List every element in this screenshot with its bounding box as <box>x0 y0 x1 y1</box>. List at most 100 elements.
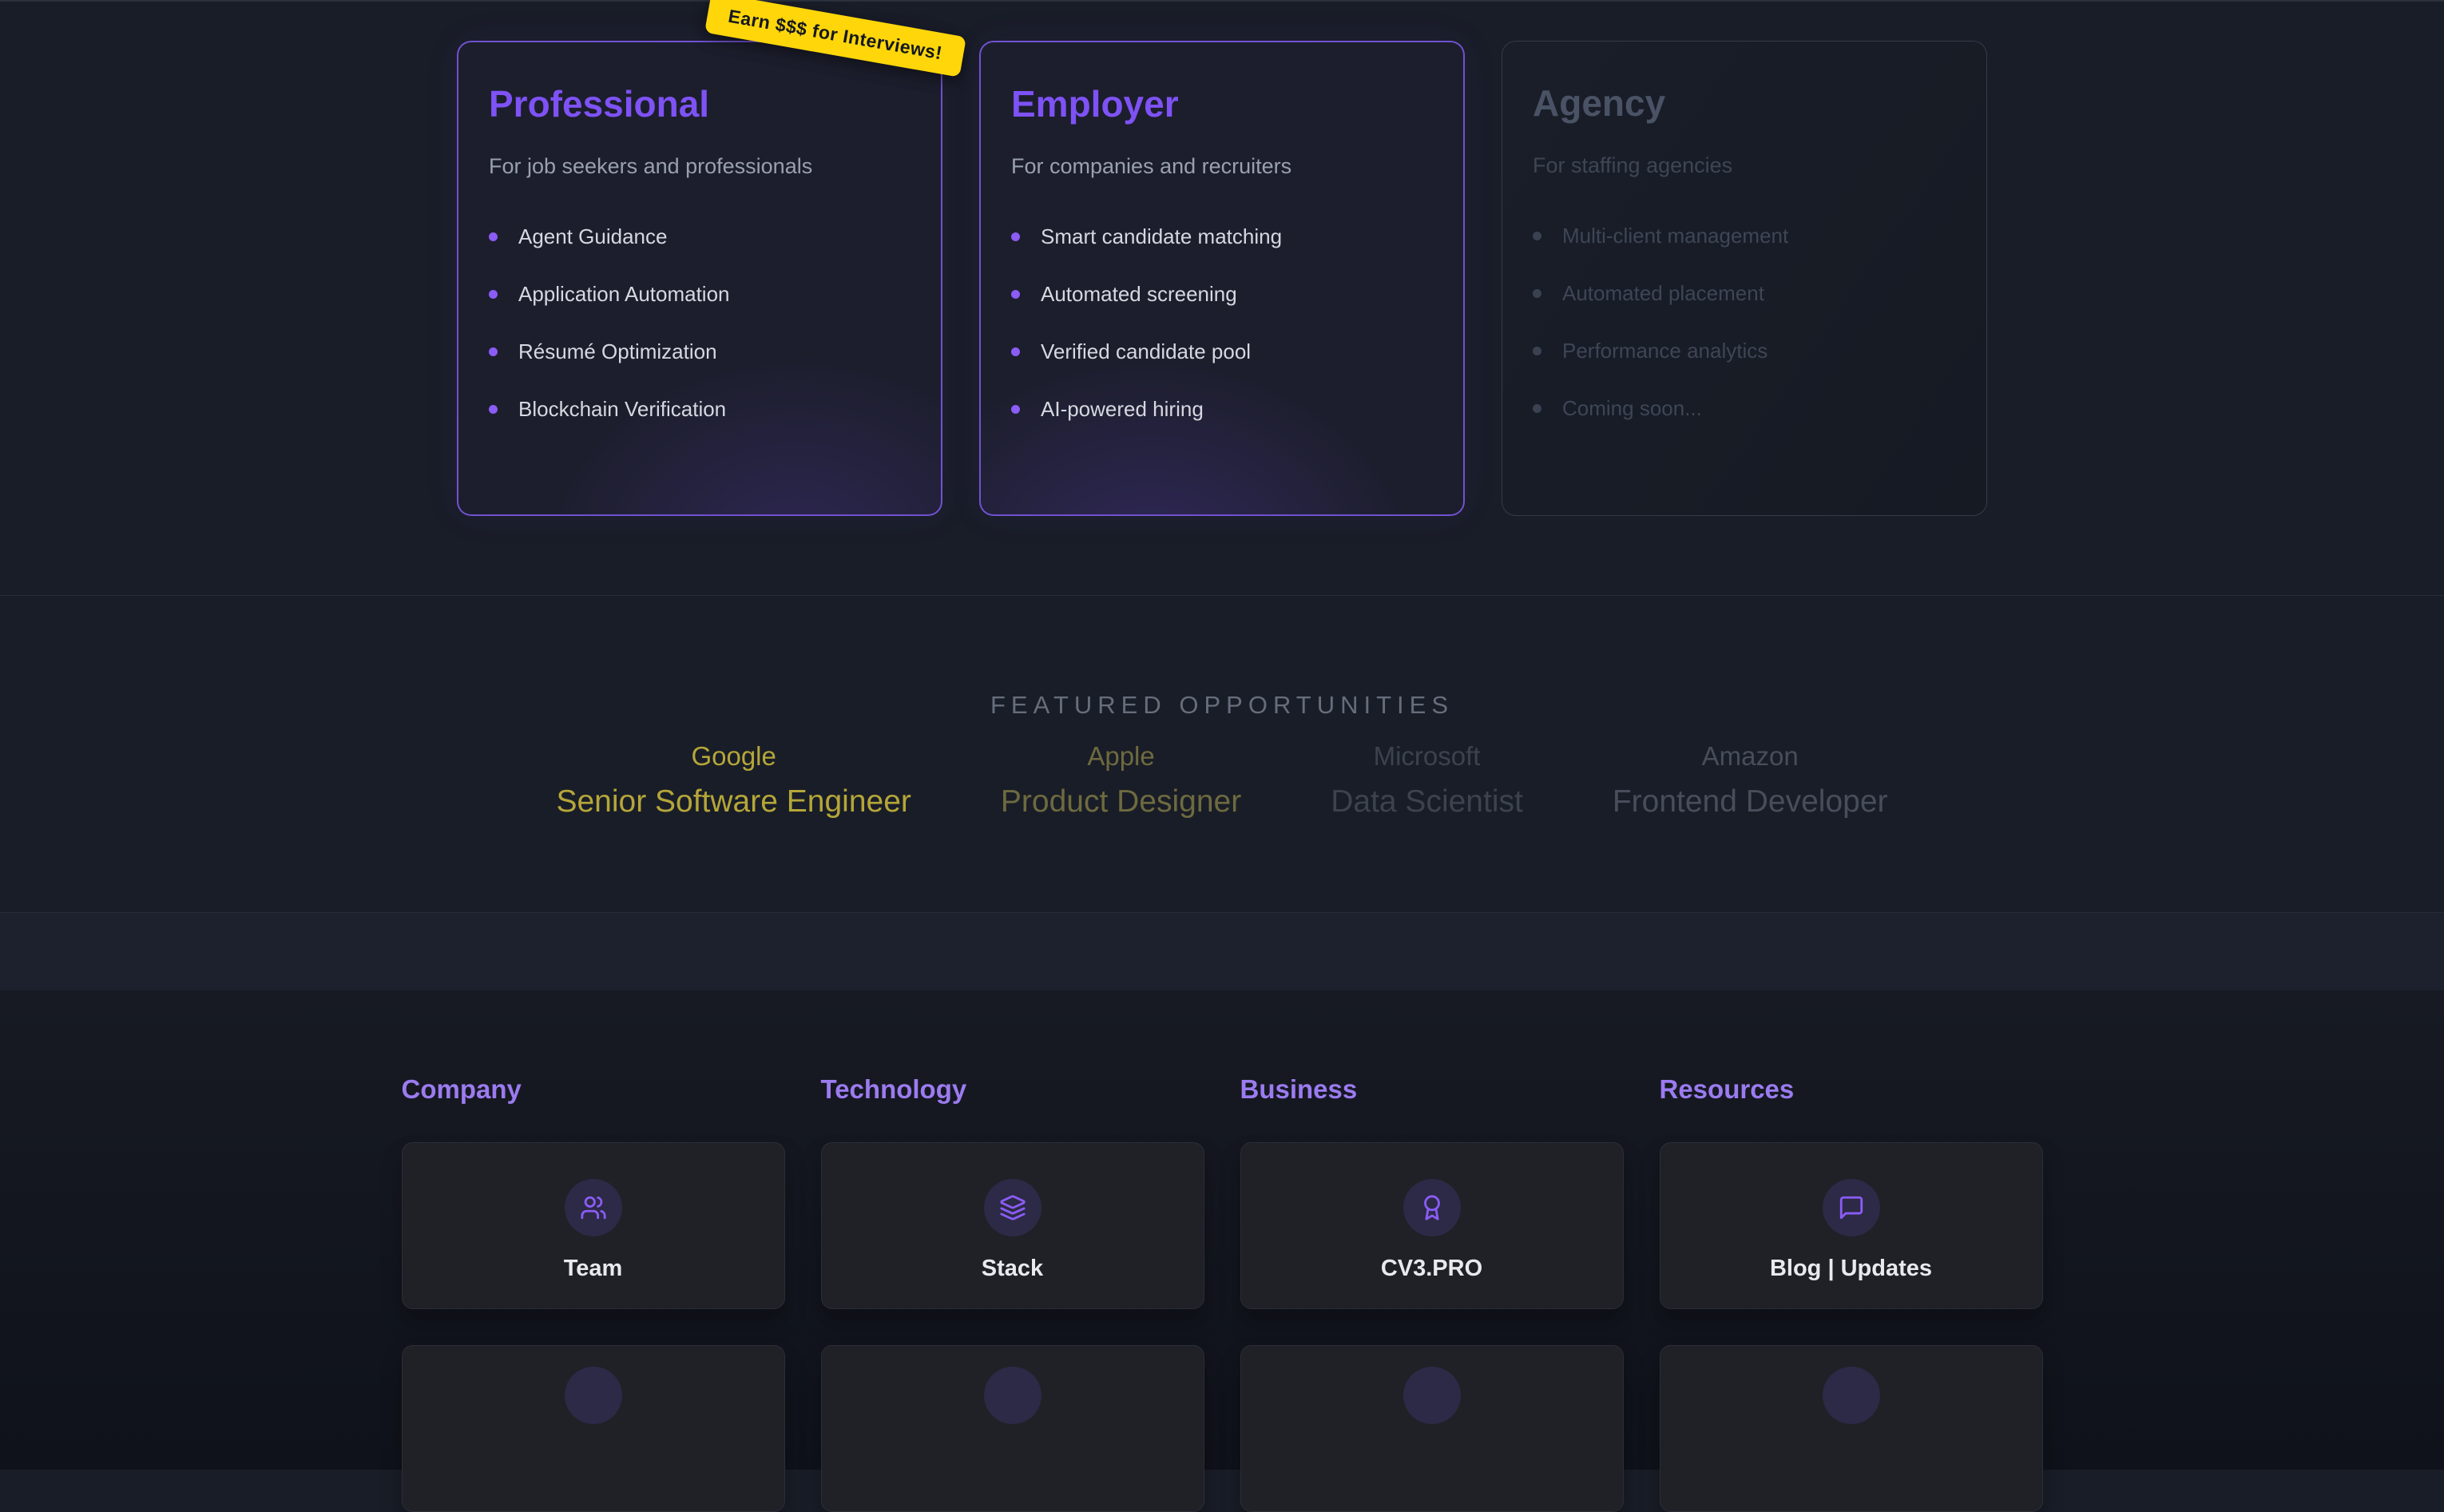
award-icon <box>1418 1194 1446 1221</box>
plan-feature: Application Automation <box>489 281 911 307</box>
opportunity-item[interactable]: Microsoft Data Scientist <box>1331 740 1523 820</box>
featured-title: FEATURED OPPORTUNITIES <box>0 691 2444 720</box>
plan-feature: Performance analytics <box>1533 338 1956 363</box>
footer-link-card-team[interactable]: Team <box>402 1142 785 1309</box>
bullet-dot-icon <box>489 347 498 356</box>
plan-feature-label: Application Automation <box>518 281 730 307</box>
opportunity-item[interactable]: Google Senior Software Engineer <box>556 740 911 820</box>
footer-column-company: Company Team <box>402 1074 785 1309</box>
footer-link-card-cv3pro[interactable]: CV3.PRO <box>1240 1142 1624 1309</box>
footer-columns: Company Team Technology <box>402 1074 2043 1309</box>
footer-card-label: Stack <box>982 1256 1043 1282</box>
plan-feature: Automated placement <box>1533 280 1956 306</box>
plan-feature: AI-powered hiring <box>1011 396 1433 422</box>
icon-circle <box>565 1367 622 1424</box>
icon-circle <box>984 1179 1041 1236</box>
opportunities-carousel: Google Senior Software Engineer Apple Pr… <box>0 740 2444 820</box>
opportunity-role: Senior Software Engineer <box>556 784 911 820</box>
footer-link-card[interactable] <box>1240 1345 1624 1512</box>
icon-circle <box>1403 1367 1461 1424</box>
plan-feature-label: Multi-client management <box>1562 223 1788 248</box>
plan-cards-row: Professional For job seekers and profess… <box>0 41 2444 516</box>
plan-feature: Smart candidate matching <box>1011 224 1433 249</box>
icon-circle <box>1823 1179 1880 1236</box>
plan-card-professional[interactable]: Professional For job seekers and profess… <box>457 41 942 516</box>
icon-circle <box>1823 1367 1880 1424</box>
bullet-dot-icon <box>1011 405 1020 414</box>
bullet-dot-icon <box>1011 290 1020 299</box>
plan-feature: Verified candidate pool <box>1011 339 1433 364</box>
bullet-dot-icon <box>489 290 498 299</box>
plan-title: Employer <box>1011 82 1433 125</box>
opportunity-company: Amazon <box>1613 740 1888 772</box>
plan-feature-label: Smart candidate matching <box>1041 224 1282 249</box>
bullet-dot-icon <box>1533 289 1541 298</box>
footer: Company Team Technology <box>0 990 2444 1470</box>
opportunity-company: Apple <box>1001 740 1241 772</box>
message-icon <box>1838 1194 1865 1221</box>
plan-description: For staffing agencies <box>1533 153 1956 178</box>
bullet-dot-icon <box>1533 232 1541 240</box>
footer-link-card[interactable] <box>821 1345 1204 1512</box>
opportunity-item[interactable]: Amazon Frontend Developer <box>1613 740 1888 820</box>
bullet-dot-icon <box>1011 347 1020 356</box>
plan-description: For job seekers and professionals <box>489 154 911 179</box>
plan-feature-label: AI-powered hiring <box>1041 396 1204 422</box>
footer-column-business: Business CV3.PRO <box>1240 1074 1624 1309</box>
plan-feature: Agent Guidance <box>489 224 911 249</box>
footer-link-card[interactable] <box>1660 1345 2043 1512</box>
plan-feature-list: Smart candidate matching Automated scree… <box>1011 224 1433 422</box>
plan-feature-label: Coming soon... <box>1562 395 1702 421</box>
icon-circle <box>984 1367 1041 1424</box>
footer-column-heading: Resources <box>1660 1074 2043 1105</box>
plan-feature-label: Performance analytics <box>1562 338 1768 363</box>
layers-icon <box>999 1194 1026 1221</box>
bullet-dot-icon <box>1533 404 1541 413</box>
plan-feature-list: Agent Guidance Application Automation Ré… <box>489 224 911 422</box>
footer-link-card-blog[interactable]: Blog | Updates <box>1660 1142 2043 1309</box>
plan-title: Agency <box>1533 81 1956 125</box>
opportunity-role: Frontend Developer <box>1613 784 1888 820</box>
icon-circle <box>565 1179 622 1236</box>
plan-card-employer[interactable]: Employer For companies and recruiters Sm… <box>979 41 1465 516</box>
plan-feature-list: Multi-client management Automated placem… <box>1533 223 1956 421</box>
bullet-dot-icon <box>489 232 498 241</box>
plan-title: Professional <box>489 82 911 125</box>
bullet-dot-icon <box>1011 232 1020 241</box>
footer-cards-row-2 <box>402 1345 2043 1512</box>
plan-description: For companies and recruiters <box>1011 154 1433 179</box>
plan-card-agency: Agency For staffing agencies Multi-clien… <box>1502 41 1987 516</box>
footer-column-heading: Business <box>1240 1074 1624 1105</box>
opportunity-company: Google <box>556 740 911 772</box>
plan-feature-label: Automated placement <box>1562 280 1764 306</box>
plan-feature-label: Résumé Optimization <box>518 339 717 364</box>
plan-feature: Résumé Optimization <box>489 339 911 364</box>
plan-feature: Automated screening <box>1011 281 1433 307</box>
plan-feature-label: Blockchain Verification <box>518 396 726 422</box>
plan-feature: Blockchain Verification <box>489 396 911 422</box>
icon-circle <box>1403 1179 1461 1236</box>
footer-card-label: Blog | Updates <box>1770 1256 1932 1282</box>
plan-feature-label: Verified candidate pool <box>1041 339 1251 364</box>
footer-column-heading: Company <box>402 1074 785 1105</box>
footer-card-label: CV3.PRO <box>1381 1256 1482 1282</box>
footer-column-heading: Technology <box>821 1074 1204 1105</box>
opportunity-role: Product Designer <box>1001 784 1241 820</box>
featured-opportunities-section: FEATURED OPPORTUNITIES Google Senior Sof… <box>0 596 2444 913</box>
users-icon <box>580 1194 607 1221</box>
opportunity-role: Data Scientist <box>1331 784 1523 820</box>
footer-card-label: Team <box>564 1256 623 1282</box>
opportunity-company: Microsoft <box>1331 740 1523 772</box>
opportunity-item[interactable]: Apple Product Designer <box>1001 740 1241 820</box>
footer-column-technology: Technology Stack <box>821 1074 1204 1309</box>
spacer-strip <box>0 913 2444 990</box>
plan-feature-label: Agent Guidance <box>518 224 667 249</box>
footer-column-resources: Resources Blog | Updates <box>1660 1074 2043 1309</box>
bullet-dot-icon <box>1533 347 1541 355</box>
footer-link-card[interactable] <box>402 1345 785 1512</box>
plan-feature: Multi-client management <box>1533 223 1956 248</box>
bullet-dot-icon <box>489 405 498 414</box>
plan-feature: Coming soon... <box>1533 395 1956 421</box>
plan-feature-label: Automated screening <box>1041 281 1237 307</box>
footer-link-card-stack[interactable]: Stack <box>821 1142 1204 1309</box>
